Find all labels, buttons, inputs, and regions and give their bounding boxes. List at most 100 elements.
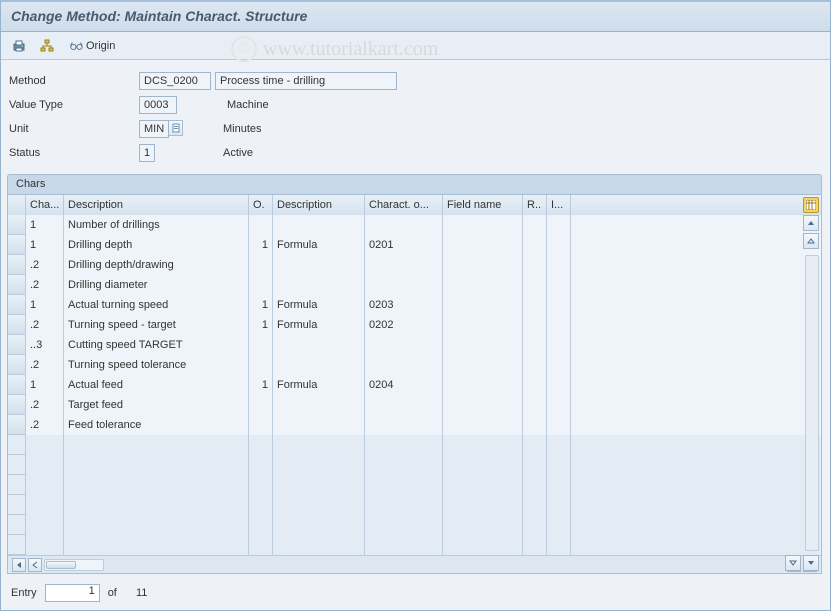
cell-o[interactable] [249, 355, 273, 375]
cell-cha[interactable]: .2 [26, 315, 64, 335]
cell-cha[interactable]: .2 [26, 275, 64, 295]
row-selector[interactable] [8, 355, 26, 375]
cell-o[interactable] [249, 335, 273, 355]
col-charact[interactable]: Charact. o... [365, 195, 443, 215]
cell-i[interactable] [547, 235, 571, 255]
cell-empty[interactable] [365, 435, 443, 455]
cell-rest[interactable] [571, 315, 821, 335]
cell-empty[interactable] [273, 435, 365, 455]
row-selector[interactable] [8, 515, 26, 535]
col-cha[interactable]: Cha... [26, 195, 64, 215]
cell-empty[interactable] [547, 535, 571, 555]
row-selector[interactable] [8, 335, 26, 355]
cell-r[interactable] [523, 275, 547, 295]
cell-empty[interactable] [273, 495, 365, 515]
cell-empty[interactable] [26, 455, 64, 475]
cell-r[interactable] [523, 375, 547, 395]
scroll-up-button[interactable] [803, 233, 819, 249]
origin-button[interactable]: Origin [65, 37, 119, 55]
cell-empty[interactable] [273, 475, 365, 495]
cell-r[interactable] [523, 255, 547, 275]
cell-i[interactable] [547, 275, 571, 295]
cell-fieldname[interactable] [443, 275, 523, 295]
cell-cha[interactable]: ..3 [26, 335, 64, 355]
cell-description2[interactable]: Formula [273, 295, 365, 315]
cell-empty[interactable] [547, 495, 571, 515]
cell-charact[interactable] [365, 395, 443, 415]
col-description[interactable]: Description [64, 195, 249, 215]
cell-empty[interactable] [571, 535, 821, 555]
cell-description2[interactable] [273, 215, 365, 235]
cell-cha[interactable]: .2 [26, 255, 64, 275]
cell-fieldname[interactable] [443, 335, 523, 355]
col-i[interactable]: I... [547, 195, 571, 215]
row-selector[interactable] [8, 455, 26, 475]
cell-empty[interactable] [523, 435, 547, 455]
cell-rest[interactable] [571, 335, 821, 355]
cell-empty[interactable] [26, 475, 64, 495]
cell-empty[interactable] [571, 515, 821, 535]
cell-charact[interactable] [365, 275, 443, 295]
row-selector[interactable] [8, 495, 26, 515]
cell-description[interactable]: Actual turning speed [64, 295, 249, 315]
cell-description2[interactable] [273, 255, 365, 275]
cell-empty[interactable] [523, 475, 547, 495]
cell-charact[interactable] [365, 215, 443, 235]
cell-empty[interactable] [273, 535, 365, 555]
status-field[interactable]: 1 [139, 144, 155, 162]
cell-cha[interactable]: 1 [26, 375, 64, 395]
select-all-header[interactable] [8, 195, 26, 215]
cell-i[interactable] [547, 355, 571, 375]
cell-description2[interactable] [273, 355, 365, 375]
cell-description[interactable]: Drilling depth [64, 235, 249, 255]
cell-cha[interactable]: 1 [26, 215, 64, 235]
cell-empty[interactable] [249, 435, 273, 455]
cell-o[interactable]: 1 [249, 295, 273, 315]
cell-description[interactable]: Turning speed tolerance [64, 355, 249, 375]
cell-r[interactable] [523, 415, 547, 435]
row-selector[interactable] [8, 255, 26, 275]
cell-empty[interactable] [443, 515, 523, 535]
cell-description2[interactable] [273, 275, 365, 295]
cell-description2[interactable] [273, 335, 365, 355]
row-selector[interactable] [8, 375, 26, 395]
cell-fieldname[interactable] [443, 315, 523, 335]
cell-r[interactable] [523, 355, 547, 375]
cell-fieldname[interactable] [443, 255, 523, 275]
row-selector[interactable] [8, 415, 26, 435]
cell-empty[interactable] [26, 535, 64, 555]
cell-empty[interactable] [26, 495, 64, 515]
cell-fieldname[interactable] [443, 395, 523, 415]
cell-i[interactable] [547, 335, 571, 355]
cell-charact[interactable] [365, 335, 443, 355]
cell-empty[interactable] [523, 455, 547, 475]
cell-rest[interactable] [571, 275, 821, 295]
scroll-bottom-button[interactable] [803, 555, 819, 571]
cell-description2[interactable]: Formula [273, 235, 365, 255]
cell-rest[interactable] [571, 395, 821, 415]
cell-description[interactable]: Target feed [64, 395, 249, 415]
cell-empty[interactable] [547, 515, 571, 535]
cell-i[interactable] [547, 415, 571, 435]
cell-description[interactable]: Actual feed [64, 375, 249, 395]
horizontal-scrollbar[interactable] [44, 559, 104, 571]
cell-r[interactable] [523, 315, 547, 335]
cell-empty[interactable] [26, 515, 64, 535]
cell-empty[interactable] [26, 435, 64, 455]
cell-i[interactable] [547, 315, 571, 335]
cell-description[interactable]: Turning speed - target [64, 315, 249, 335]
cell-description2[interactable] [273, 395, 365, 415]
configure-columns-button[interactable] [803, 197, 819, 213]
cell-empty[interactable] [547, 475, 571, 495]
cell-rest[interactable] [571, 295, 821, 315]
cell-r[interactable] [523, 235, 547, 255]
cell-fieldname[interactable] [443, 375, 523, 395]
cell-fieldname[interactable] [443, 415, 523, 435]
cell-charact[interactable]: 0202 [365, 315, 443, 335]
cell-empty[interactable] [64, 455, 249, 475]
cell-r[interactable] [523, 215, 547, 235]
cell-empty[interactable] [249, 475, 273, 495]
col-fieldname[interactable]: Field name [443, 195, 523, 215]
cell-empty[interactable] [547, 455, 571, 475]
cell-empty[interactable] [443, 455, 523, 475]
